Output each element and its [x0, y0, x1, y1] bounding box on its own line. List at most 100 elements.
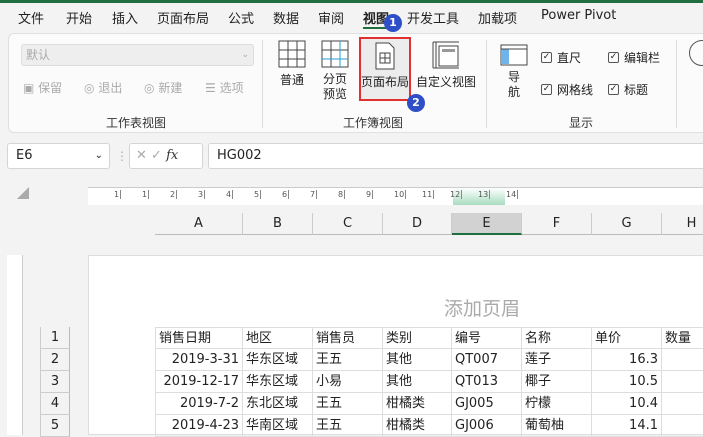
cell[interactable] [662, 371, 703, 393]
cell[interactable]: 王五 [313, 415, 383, 437]
cell[interactable] [662, 393, 703, 415]
cell[interactable]: QT013 [452, 371, 522, 393]
column-header-B[interactable]: B [243, 213, 313, 235]
cell[interactable]: 其他 [383, 371, 452, 393]
cell[interactable]: 编号 [452, 327, 522, 349]
ruler-tick: 13 [478, 190, 491, 199]
options-button[interactable]: ☰ 选项 [205, 79, 244, 96]
enter-icon[interactable]: ✓ [151, 148, 162, 163]
add-header-placeholder[interactable]: 添加页眉 [444, 294, 520, 321]
normal-view-button[interactable]: 普通 [275, 40, 309, 88]
cell[interactable]: 葡萄柚 [522, 415, 592, 437]
select-all-icon[interactable] [17, 187, 29, 199]
divider [262, 40, 263, 128]
page-layout-label: 页面布局 [361, 75, 410, 89]
tab-5[interactable]: 数据 [273, 8, 299, 27]
page-layout-button[interactable]: 页面布局 [359, 37, 411, 101]
cell[interactable]: 莲子 [522, 349, 592, 371]
cell[interactable]: 其他 [383, 349, 452, 371]
new-button[interactable]: ◎ 新建 [144, 79, 182, 96]
chevron-down-icon: ⌄ [94, 150, 103, 161]
cell[interactable]: 柑橘类 [383, 393, 452, 415]
ruler-checkbox[interactable]: ✓ 直尺 [541, 49, 581, 66]
column-header-F[interactable]: F [522, 213, 592, 235]
cell[interactable]: 柠檬 [522, 393, 592, 415]
custom-view-button[interactable]: 自定义视图 [415, 40, 477, 90]
tab-4[interactable]: 公式 [228, 8, 254, 27]
cell[interactable]: 2019-7-2 [155, 393, 243, 415]
cell[interactable]: 王五 [313, 393, 383, 415]
gridlines-label: 网格线 [557, 83, 594, 97]
sheet-view-select[interactable]: 默认 ⌄ [21, 44, 254, 66]
tab-6[interactable]: 审阅 [318, 8, 344, 27]
tab-8[interactable]: 开发工具 [407, 8, 459, 27]
tab-9[interactable]: 加载项 [478, 8, 517, 27]
cell[interactable] [662, 349, 703, 371]
column-header-H[interactable]: H [662, 213, 703, 235]
cell[interactable]: 王五 [313, 349, 383, 371]
cell[interactable]: 华南区域 [243, 415, 313, 437]
cell[interactable]: 华东区域 [243, 349, 313, 371]
cell[interactable]: GJ005 [452, 393, 522, 415]
cell[interactable]: 销售日期 [155, 327, 243, 349]
row-header[interactable]: 1 [40, 327, 70, 349]
cell[interactable]: 14.1 [592, 415, 662, 437]
cell[interactable]: 小易 [313, 371, 383, 393]
ruler-tick: 1 [142, 190, 150, 199]
cell[interactable]: 单价 [592, 327, 662, 349]
horizontal-ruler: 1 1 2 3 4 5 6 7 8 9 10 11 12 13 14 [88, 187, 703, 205]
formula-input[interactable]: HG002 [208, 143, 703, 169]
cell[interactable]: 椰子 [522, 371, 592, 393]
column-header-C[interactable]: C [313, 213, 383, 235]
cell[interactable]: 2019-4-23 [155, 415, 243, 437]
exit-button[interactable]: ◎ 退出 [84, 79, 122, 96]
cell[interactable]: 东北区域 [243, 393, 313, 415]
cell[interactable]: 名称 [522, 327, 592, 349]
list-icon: ☰ [205, 81, 216, 95]
row-header[interactable]: 3 [40, 371, 70, 393]
cell[interactable]: 10.4 [592, 393, 662, 415]
ruler-tick: 5 [254, 190, 262, 199]
cell[interactable]: 2019-3-31 [155, 349, 243, 371]
cell[interactable]: 2019-12-17 [155, 371, 243, 393]
row-header[interactable]: 4 [40, 393, 70, 415]
cell[interactable]: 16.3 [592, 349, 662, 371]
cell[interactable]: 类别 [383, 327, 452, 349]
cell[interactable]: 地区 [243, 327, 313, 349]
name-box[interactable]: E6 ⌄ [7, 143, 110, 169]
zoom-icon[interactable] [689, 40, 703, 66]
row-header[interactable]: 5 [40, 415, 70, 437]
keep-button[interactable]: ▣ 保留 [23, 79, 62, 96]
more-icon: ⋮ [116, 149, 128, 163]
page-break-preview-button[interactable]: 分页 预览 [317, 40, 353, 102]
cell[interactable]: 10.5 [592, 371, 662, 393]
cell[interactable]: 数量 [662, 327, 703, 349]
navigation-button[interactable]: 导 航 [499, 44, 529, 100]
column-header-E[interactable]: E [452, 213, 522, 235]
checkbox-checked-icon: ✓ [541, 52, 552, 63]
cell[interactable]: QT007 [452, 349, 522, 371]
formula-bar-checkbox[interactable]: ✓ 编辑栏 [608, 49, 660, 66]
cell[interactable]: 销售员 [313, 327, 383, 349]
headings-checkbox[interactable]: ✓ 标题 [608, 81, 648, 98]
row-header[interactable]: 2 [40, 349, 70, 371]
tab-2[interactable]: 插入 [112, 8, 138, 27]
insert-function-icon[interactable]: fx [166, 148, 178, 163]
tab-0[interactable]: 文件 [18, 8, 44, 27]
cell[interactable] [662, 415, 703, 437]
cell[interactable]: 柑橘类 [383, 415, 452, 437]
checkbox-checked-icon: ✓ [541, 84, 552, 95]
column-header-A[interactable]: A [155, 213, 243, 235]
sheet-view-group-label: 工作表视图 [106, 116, 167, 130]
column-headers: ABCDEFGH [155, 213, 703, 235]
column-header-D[interactable]: D [383, 213, 452, 235]
column-header-G[interactable]: G [592, 213, 662, 235]
cancel-icon[interactable]: ✕ [136, 148, 147, 163]
formula-buttons: ✕ ✓ fx [129, 143, 203, 169]
tab-1[interactable]: 开始 [66, 8, 92, 27]
tab-3[interactable]: 页面布局 [157, 8, 209, 27]
cell[interactable]: GJ006 [452, 415, 522, 437]
cell[interactable]: 华东区域 [243, 371, 313, 393]
gridlines-checkbox[interactable]: ✓ 网格线 [541, 81, 593, 98]
tab-10[interactable]: Power Pivot [541, 8, 616, 23]
